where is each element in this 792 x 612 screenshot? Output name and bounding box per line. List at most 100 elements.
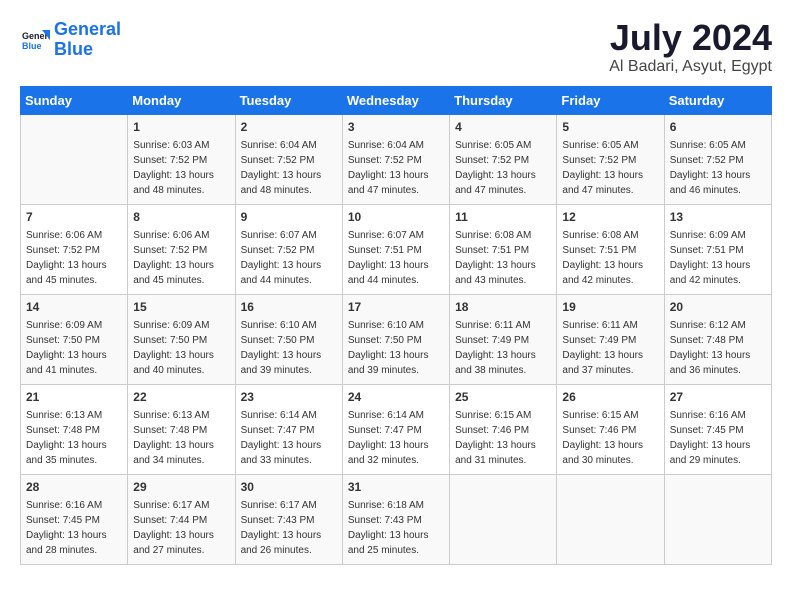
day-info: Sunrise: 6:18 AM Sunset: 7:43 PM Dayligh… (348, 498, 444, 558)
day-number: 26 (562, 389, 658, 406)
logo-icon: General Blue (20, 25, 50, 55)
day-info: Sunrise: 6:08 AM Sunset: 7:51 PM Dayligh… (562, 228, 658, 288)
day-info: Sunrise: 6:07 AM Sunset: 7:52 PM Dayligh… (241, 228, 337, 288)
day-info: Sunrise: 6:05 AM Sunset: 7:52 PM Dayligh… (670, 138, 766, 198)
calendar-week-2: 7 Sunrise: 6:06 AM Sunset: 7:52 PM Dayli… (21, 205, 772, 295)
weekday-header-row: SundayMondayTuesdayWednesdayThursdayFrid… (21, 87, 772, 115)
calendar-cell: 1 Sunrise: 6:03 AM Sunset: 7:52 PM Dayli… (128, 115, 235, 205)
calendar-cell (450, 475, 557, 565)
calendar-cell (664, 475, 771, 565)
day-info: Sunrise: 6:15 AM Sunset: 7:46 PM Dayligh… (455, 408, 551, 468)
day-number: 5 (562, 119, 658, 136)
calendar-cell: 16 Sunrise: 6:10 AM Sunset: 7:50 PM Dayl… (235, 295, 342, 385)
calendar-cell: 9 Sunrise: 6:07 AM Sunset: 7:52 PM Dayli… (235, 205, 342, 295)
calendar-cell: 22 Sunrise: 6:13 AM Sunset: 7:48 PM Dayl… (128, 385, 235, 475)
calendar-cell: 11 Sunrise: 6:08 AM Sunset: 7:51 PM Dayl… (450, 205, 557, 295)
location-title: Al Badari, Asyut, Egypt (609, 58, 772, 76)
calendar-cell: 29 Sunrise: 6:17 AM Sunset: 7:44 PM Dayl… (128, 475, 235, 565)
page-header: General Blue General Blue July 2024 Al B… (20, 20, 772, 76)
calendar-cell: 19 Sunrise: 6:11 AM Sunset: 7:49 PM Dayl… (557, 295, 664, 385)
calendar-cell: 5 Sunrise: 6:05 AM Sunset: 7:52 PM Dayli… (557, 115, 664, 205)
calendar-cell: 31 Sunrise: 6:18 AM Sunset: 7:43 PM Dayl… (342, 475, 449, 565)
calendar-cell: 6 Sunrise: 6:05 AM Sunset: 7:52 PM Dayli… (664, 115, 771, 205)
calendar-cell: 8 Sunrise: 6:06 AM Sunset: 7:52 PM Dayli… (128, 205, 235, 295)
day-number: 25 (455, 389, 551, 406)
calendar-cell: 20 Sunrise: 6:12 AM Sunset: 7:48 PM Dayl… (664, 295, 771, 385)
day-number: 14 (26, 299, 122, 316)
day-number: 10 (348, 209, 444, 226)
calendar-cell: 18 Sunrise: 6:11 AM Sunset: 7:49 PM Dayl… (450, 295, 557, 385)
day-info: Sunrise: 6:12 AM Sunset: 7:48 PM Dayligh… (670, 318, 766, 378)
weekday-header-friday: Friday (557, 87, 664, 115)
weekday-header-sunday: Sunday (21, 87, 128, 115)
day-info: Sunrise: 6:10 AM Sunset: 7:50 PM Dayligh… (241, 318, 337, 378)
calendar-cell: 21 Sunrise: 6:13 AM Sunset: 7:48 PM Dayl… (21, 385, 128, 475)
day-info: Sunrise: 6:15 AM Sunset: 7:46 PM Dayligh… (562, 408, 658, 468)
day-number: 20 (670, 299, 766, 316)
day-number: 29 (133, 479, 229, 496)
calendar-cell: 26 Sunrise: 6:15 AM Sunset: 7:46 PM Dayl… (557, 385, 664, 475)
day-info: Sunrise: 6:08 AM Sunset: 7:51 PM Dayligh… (455, 228, 551, 288)
day-info: Sunrise: 6:06 AM Sunset: 7:52 PM Dayligh… (133, 228, 229, 288)
calendar-cell: 10 Sunrise: 6:07 AM Sunset: 7:51 PM Dayl… (342, 205, 449, 295)
day-info: Sunrise: 6:09 AM Sunset: 7:50 PM Dayligh… (133, 318, 229, 378)
day-number: 24 (348, 389, 444, 406)
day-number: 23 (241, 389, 337, 406)
month-title: July 2024 (609, 20, 772, 56)
day-number: 4 (455, 119, 551, 136)
day-info: Sunrise: 6:07 AM Sunset: 7:51 PM Dayligh… (348, 228, 444, 288)
day-number: 19 (562, 299, 658, 316)
calendar-cell: 14 Sunrise: 6:09 AM Sunset: 7:50 PM Dayl… (21, 295, 128, 385)
day-info: Sunrise: 6:05 AM Sunset: 7:52 PM Dayligh… (562, 138, 658, 198)
calendar-cell: 7 Sunrise: 6:06 AM Sunset: 7:52 PM Dayli… (21, 205, 128, 295)
calendar-cell: 24 Sunrise: 6:14 AM Sunset: 7:47 PM Dayl… (342, 385, 449, 475)
calendar-cell: 13 Sunrise: 6:09 AM Sunset: 7:51 PM Dayl… (664, 205, 771, 295)
svg-text:Blue: Blue (22, 41, 42, 51)
day-number: 11 (455, 209, 551, 226)
logo-text-line2: Blue (54, 40, 121, 60)
calendar-cell: 12 Sunrise: 6:08 AM Sunset: 7:51 PM Dayl… (557, 205, 664, 295)
day-info: Sunrise: 6:14 AM Sunset: 7:47 PM Dayligh… (348, 408, 444, 468)
day-number: 6 (670, 119, 766, 136)
day-number: 9 (241, 209, 337, 226)
day-info: Sunrise: 6:14 AM Sunset: 7:47 PM Dayligh… (241, 408, 337, 468)
day-number: 2 (241, 119, 337, 136)
day-number: 16 (241, 299, 337, 316)
calendar-cell: 15 Sunrise: 6:09 AM Sunset: 7:50 PM Dayl… (128, 295, 235, 385)
weekday-header-monday: Monday (128, 87, 235, 115)
day-number: 13 (670, 209, 766, 226)
weekday-header-tuesday: Tuesday (235, 87, 342, 115)
day-number: 27 (670, 389, 766, 406)
day-info: Sunrise: 6:09 AM Sunset: 7:51 PM Dayligh… (670, 228, 766, 288)
calendar-cell: 23 Sunrise: 6:14 AM Sunset: 7:47 PM Dayl… (235, 385, 342, 475)
weekday-header-thursday: Thursday (450, 87, 557, 115)
day-number: 1 (133, 119, 229, 136)
day-info: Sunrise: 6:09 AM Sunset: 7:50 PM Dayligh… (26, 318, 122, 378)
day-number: 30 (241, 479, 337, 496)
day-number: 28 (26, 479, 122, 496)
logo: General Blue General Blue (20, 20, 121, 60)
calendar-week-4: 21 Sunrise: 6:13 AM Sunset: 7:48 PM Dayl… (21, 385, 772, 475)
day-number: 22 (133, 389, 229, 406)
calendar-cell: 2 Sunrise: 6:04 AM Sunset: 7:52 PM Dayli… (235, 115, 342, 205)
day-number: 8 (133, 209, 229, 226)
calendar-cell (21, 115, 128, 205)
calendar-cell (557, 475, 664, 565)
day-info: Sunrise: 6:04 AM Sunset: 7:52 PM Dayligh… (348, 138, 444, 198)
calendar-table: SundayMondayTuesdayWednesdayThursdayFrid… (20, 86, 772, 565)
calendar-week-1: 1 Sunrise: 6:03 AM Sunset: 7:52 PM Dayli… (21, 115, 772, 205)
title-block: July 2024 Al Badari, Asyut, Egypt (609, 20, 772, 76)
calendar-week-3: 14 Sunrise: 6:09 AM Sunset: 7:50 PM Dayl… (21, 295, 772, 385)
day-number: 3 (348, 119, 444, 136)
day-info: Sunrise: 6:03 AM Sunset: 7:52 PM Dayligh… (133, 138, 229, 198)
calendar-cell: 27 Sunrise: 6:16 AM Sunset: 7:45 PM Dayl… (664, 385, 771, 475)
day-info: Sunrise: 6:04 AM Sunset: 7:52 PM Dayligh… (241, 138, 337, 198)
day-info: Sunrise: 6:13 AM Sunset: 7:48 PM Dayligh… (133, 408, 229, 468)
day-number: 15 (133, 299, 229, 316)
day-info: Sunrise: 6:16 AM Sunset: 7:45 PM Dayligh… (26, 498, 122, 558)
calendar-cell: 3 Sunrise: 6:04 AM Sunset: 7:52 PM Dayli… (342, 115, 449, 205)
day-info: Sunrise: 6:10 AM Sunset: 7:50 PM Dayligh… (348, 318, 444, 378)
weekday-header-wednesday: Wednesday (342, 87, 449, 115)
day-info: Sunrise: 6:17 AM Sunset: 7:43 PM Dayligh… (241, 498, 337, 558)
day-info: Sunrise: 6:11 AM Sunset: 7:49 PM Dayligh… (455, 318, 551, 378)
